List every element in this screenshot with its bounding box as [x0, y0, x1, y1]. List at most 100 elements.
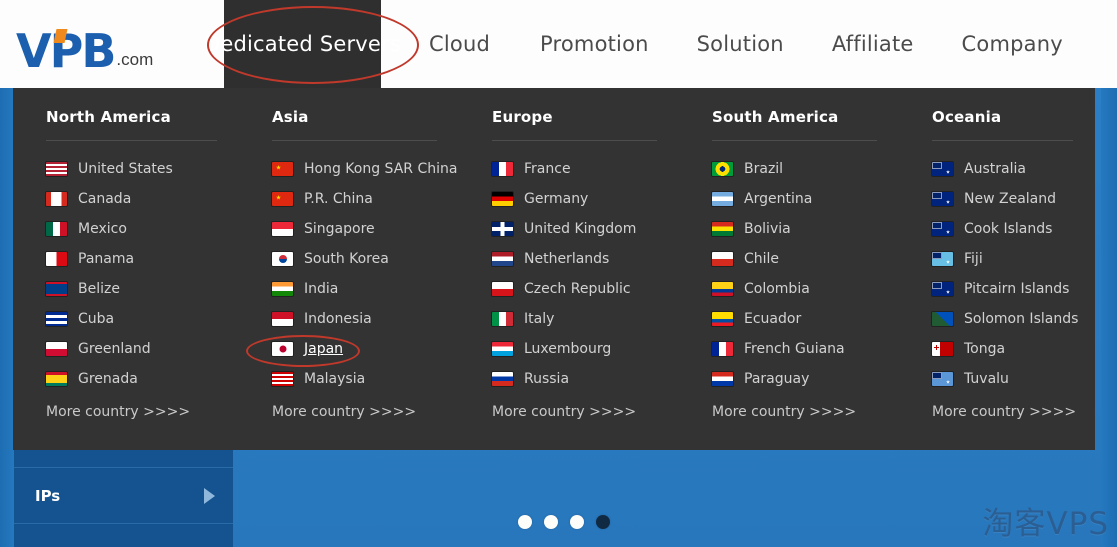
country-link-belize[interactable]: Belize	[46, 274, 231, 304]
nav-item-affiliate[interactable]: Affiliate	[832, 0, 914, 88]
country-link-greenland[interactable]: Greenland	[46, 334, 231, 364]
country-link-paraguay[interactable]: Paraguay	[712, 364, 891, 394]
country-link-new-zealand[interactable]: New Zealand	[932, 184, 1087, 214]
nav-item-promotion[interactable]: Promotion	[540, 0, 649, 88]
country-link-brazil[interactable]: Brazil	[712, 154, 891, 184]
flag-icon-cz	[492, 282, 513, 296]
country-link-cook-islands[interactable]: Cook Islands	[932, 214, 1087, 244]
mega-column-divider	[492, 140, 657, 141]
more-country-link[interactable]: More country >>>>	[46, 404, 231, 420]
site-logo[interactable]: VPB .com	[16, 14, 206, 74]
flag-icon-co	[712, 282, 733, 296]
country-link-united-kingdom[interactable]: United Kingdom	[492, 214, 671, 244]
flag-icon-gf	[712, 342, 733, 356]
country-label: Australia	[964, 161, 1026, 177]
country-link-netherlands[interactable]: Netherlands	[492, 244, 671, 274]
country-link-pitcairn-islands[interactable]: Pitcairn Islands	[932, 274, 1087, 304]
carousel-dot-4[interactable]	[596, 515, 610, 529]
country-label: Cuba	[78, 311, 115, 327]
country-link-malaysia[interactable]: Malaysia	[272, 364, 451, 394]
flag-icon-pa	[46, 252, 67, 266]
flag-icon-de	[492, 192, 513, 206]
flag-icon-nl	[492, 252, 513, 266]
more-country-link[interactable]: More country >>>>	[492, 404, 671, 420]
country-link-singapore[interactable]: Singapore	[272, 214, 451, 244]
carousel-dot-2[interactable]	[544, 515, 558, 529]
flag-icon-fr	[492, 162, 513, 176]
country-link-french-guiana[interactable]: French Guiana	[712, 334, 891, 364]
sidebar-item-label: IPs	[35, 486, 61, 505]
flag-icon-gl	[46, 342, 67, 356]
country-label: Luxembourg	[524, 341, 612, 357]
country-link-australia[interactable]: Australia	[932, 154, 1087, 184]
country-link-bolivia[interactable]: Bolivia	[712, 214, 891, 244]
country-label: P.R. China	[304, 191, 373, 207]
country-link-hong-kong-sar-china[interactable]: Hong Kong SAR China	[272, 154, 457, 184]
hero-left-edge	[0, 84, 14, 547]
carousel-dot-1[interactable]	[518, 515, 532, 529]
country-link-grenada[interactable]: Grenada	[46, 364, 231, 394]
nav-item-label: Company	[961, 32, 1063, 56]
country-link-mexico[interactable]: Mexico	[46, 214, 231, 244]
flag-icon-sg	[272, 222, 293, 236]
flag-icon-it	[492, 312, 513, 326]
country-link-united-states[interactable]: United States	[46, 154, 231, 184]
country-link-south-korea[interactable]: South Korea	[272, 244, 451, 274]
sidebar-item-ips[interactable]: IPs	[14, 468, 233, 524]
carousel-dots	[518, 515, 610, 529]
mega-column-europe: Europe France Germany United Kingdom Netherl…	[459, 108, 679, 450]
nav-item-company[interactable]: Company	[962, 0, 1063, 88]
country-link-india[interactable]: India	[272, 274, 451, 304]
country-label: Greenland	[78, 341, 151, 357]
country-link-luxembourg[interactable]: Luxembourg	[492, 334, 671, 364]
country-label: South Korea	[304, 251, 389, 267]
flag-icon-hk	[272, 162, 293, 176]
country-link-italy[interactable]: Italy	[492, 304, 671, 334]
more-country-link[interactable]: More country >>>>	[712, 404, 891, 420]
country-link-fiji[interactable]: Fiji	[932, 244, 1087, 274]
mega-column-title: Asia	[272, 108, 309, 126]
country-label: Mexico	[78, 221, 127, 237]
more-country-link[interactable]: More country >>>>	[932, 404, 1087, 420]
country-label: Russia	[524, 371, 570, 387]
country-link-tonga[interactable]: Tonga	[932, 334, 1087, 364]
country-link-germany[interactable]: Germany	[492, 184, 671, 214]
country-link-czech-republic[interactable]: Czech Republic	[492, 274, 671, 304]
country-label: New Zealand	[964, 191, 1056, 207]
flag-icon-mx	[46, 222, 67, 236]
country-link-tuvalu[interactable]: Tuvalu	[932, 364, 1087, 394]
nav-item-dedicated-servers[interactable]: Dedicated Servers	[204, 0, 401, 88]
country-link-russia[interactable]: Russia	[492, 364, 671, 394]
country-link-indonesia[interactable]: Indonesia	[272, 304, 451, 334]
site-header: VPB .com Dedicated Servers Cloud Promotion…	[0, 0, 1117, 88]
country-link-colombia[interactable]: Colombia	[712, 274, 891, 304]
mega-column-south-america: South America Brazil Argentina Bolivia Chile…	[679, 108, 899, 450]
nav-item-label: Promotion	[540, 32, 649, 56]
country-link-cuba[interactable]: Cuba	[46, 304, 231, 334]
nav-item-cloud[interactable]: Cloud	[429, 0, 490, 88]
country-link-ecuador[interactable]: Ecuador	[712, 304, 891, 334]
flag-icon-lu	[492, 342, 513, 356]
country-link-france[interactable]: France	[492, 154, 671, 184]
country-link-solomon-islands[interactable]: Solomon Islands	[932, 304, 1087, 334]
flag-icon-bo	[712, 222, 733, 236]
more-country-link[interactable]: More country >>>>	[272, 404, 451, 420]
flag-icon-id	[272, 312, 293, 326]
country-link-argentina[interactable]: Argentina	[712, 184, 891, 214]
country-label: Germany	[524, 191, 589, 207]
country-link-chile[interactable]: Chile	[712, 244, 891, 274]
country-link-panama[interactable]: Panama	[46, 244, 231, 274]
country-link-canada[interactable]: Canada	[46, 184, 231, 214]
flag-icon-gd	[46, 372, 67, 386]
flag-icon-cu	[46, 312, 67, 326]
carousel-dot-3[interactable]	[570, 515, 584, 529]
nav-item-solution[interactable]: Solution	[697, 0, 784, 88]
flag-icon-ck	[932, 222, 953, 236]
country-link-p-r-china[interactable]: P.R. China	[272, 184, 451, 214]
flag-icon-nz	[932, 192, 953, 206]
country-link-japan[interactable]: Japan	[272, 334, 451, 364]
country-label: Tuvalu	[964, 371, 1009, 387]
